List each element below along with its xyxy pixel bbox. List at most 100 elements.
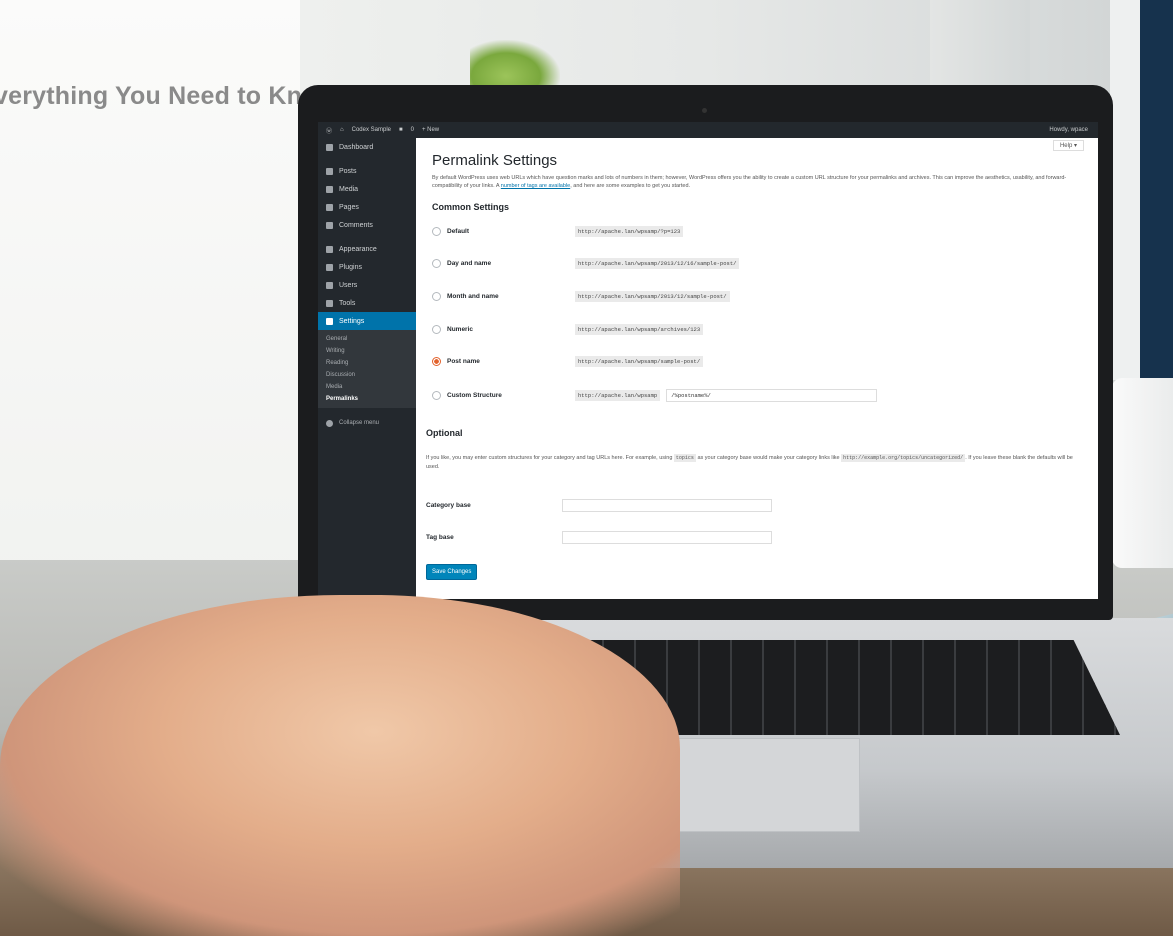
option-label: Month and name [447, 292, 499, 300]
collapse-label: Collapse menu [339, 420, 380, 426]
sidebar-item-plugins[interactable]: Plugins [318, 258, 416, 276]
sidebar-item-label: Appearance [339, 245, 377, 253]
pin-icon [326, 167, 333, 175]
sidebar-item-pages[interactable]: Pages [318, 198, 416, 216]
radio-default[interactable] [432, 226, 441, 236]
sidebar-item-label: Pages [339, 203, 359, 211]
sidebar-item-label: Comments [339, 221, 373, 229]
common-settings-heading: Common Settings [432, 202, 510, 212]
admin-bar-user[interactable]: Howdy, wpace [1049, 127, 1088, 133]
optional-text-b: as your category base would make your ca… [697, 455, 840, 461]
plug-icon [326, 263, 333, 271]
permalink-option-post-name[interactable]: Post name http://apache.lan/wpsamp/sampl… [432, 354, 704, 368]
submenu-discussion[interactable]: Discussion [318, 369, 416, 381]
intro-text: By default WordPress uses web URLs which… [432, 174, 1072, 190]
radio-post-name[interactable] [432, 356, 441, 366]
admin-bar-site[interactable]: Codex Sample [352, 127, 391, 133]
sidebar-item-settings[interactable]: Settings [318, 312, 416, 330]
laptop-lid: ⓦ ⌂ Codex Sample ■ 0 + New Howdy, wpace … [298, 85, 1113, 620]
option-example: http://apache.lan/wpsamp/archives/123 [575, 323, 704, 335]
comment-count: 0 [410, 127, 414, 133]
option-example: http://apache.lan/wpsamp [575, 389, 661, 401]
user-hand [0, 595, 680, 936]
sidebar-item-comments[interactable]: Comments [318, 216, 416, 234]
submenu-writing[interactable]: Writing [318, 345, 416, 357]
laptop-screen: ⓦ ⌂ Codex Sample ■ 0 + New Howdy, wpace … [318, 122, 1098, 599]
sidebar-item-label: Settings [339, 317, 365, 325]
submenu-permalinks[interactable]: Permalinks [318, 393, 416, 405]
sidebar-item-tools[interactable]: Tools [318, 294, 416, 312]
option-example: http://apache.lan/wpsamp/2013/12/16/samp… [575, 257, 740, 269]
optional-code-1: topics [673, 454, 696, 462]
intro-after: , and here are some examples to get you … [570, 183, 691, 189]
brush-icon [326, 245, 333, 253]
comment-bubble-icon [326, 221, 333, 229]
collapse-menu[interactable]: Collapse menu [318, 414, 416, 432]
main-content: Help ▾ Permalink Settings By default Wor… [416, 138, 1098, 599]
coffee-cup [1112, 378, 1173, 568]
sidebar-item-label: Media [339, 185, 359, 193]
option-label: Day and name [447, 259, 492, 267]
sidebar-item-label: Posts [339, 167, 357, 175]
page-icon [326, 203, 333, 211]
submenu-media[interactable]: Media [318, 381, 416, 393]
sidebar-item-dashboard[interactable]: Dashboard [318, 138, 416, 156]
option-label: Default [447, 227, 470, 235]
category-base-label: Category base [426, 501, 471, 509]
sidebar-item-label: Dashboard [339, 143, 374, 151]
sidebar-item-appearance[interactable]: Appearance [318, 240, 416, 258]
permalink-option-month-name[interactable]: Month and name http://apache.lan/wpsamp/… [432, 289, 730, 303]
page-heading: verything You Need to Know [0, 82, 338, 110]
admin-sidebar: Dashboard Posts Media Pages Comments App… [318, 138, 416, 599]
admin-bar-new[interactable]: + New [422, 127, 439, 133]
home-icon: ⌂ [340, 127, 344, 133]
camera-icon [702, 108, 707, 113]
optional-code-2: http://example.org/topics/uncategorized/ [841, 454, 966, 462]
settings-icon [326, 317, 333, 325]
option-example: http://apache.lan/wpsamp/?p=123 [575, 225, 684, 237]
custom-structure-input[interactable]: /%postname%/ [666, 388, 878, 402]
sidebar-item-media[interactable]: Media [318, 180, 416, 198]
option-label: Custom Structure [447, 391, 502, 399]
settings-submenu: General Writing Reading Discussion Media… [318, 330, 416, 408]
sidebar-item-users[interactable]: Users [318, 276, 416, 294]
category-base-input[interactable] [562, 498, 772, 512]
background-window-frame [1140, 0, 1173, 380]
wordpress-logo-icon[interactable]: ⓦ [326, 126, 332, 135]
tag-base-row: Tag base [426, 530, 772, 544]
submenu-general[interactable]: General [318, 333, 416, 345]
user-icon [326, 281, 333, 289]
collapse-icon [326, 419, 333, 427]
option-label: Numeric [447, 325, 474, 333]
sidebar-item-posts[interactable]: Posts [318, 162, 416, 180]
permalink-option-numeric[interactable]: Numeric http://apache.lan/wpsamp/archive… [432, 322, 704, 336]
wrench-icon [326, 299, 333, 307]
option-label: Post name [447, 357, 480, 365]
optional-text-a: If you like, you may enter custom struct… [426, 455, 673, 461]
optional-text: If you like, you may enter custom struct… [426, 454, 1076, 472]
tag-base-label: Tag base [426, 533, 454, 541]
radio-day-name[interactable] [432, 258, 441, 268]
radio-numeric[interactable] [432, 324, 441, 334]
permalink-option-day-name[interactable]: Day and name http://apache.lan/wpsamp/20… [432, 256, 740, 270]
tag-base-input[interactable] [562, 530, 772, 544]
permalink-option-custom[interactable]: Custom Structure http://apache.lan/wpsam… [432, 388, 878, 402]
sidebar-item-label: Plugins [339, 263, 362, 271]
save-changes-button[interactable]: Save Changes [426, 564, 478, 580]
sidebar-item-label: Users [339, 281, 358, 289]
radio-custom[interactable] [432, 390, 441, 400]
option-example: http://apache.lan/wpsamp/2013/12/sample-… [575, 290, 730, 302]
laptop-trackpad [650, 738, 860, 832]
tags-link[interactable]: number of tags are available [501, 183, 570, 189]
radio-month-name[interactable] [432, 291, 441, 301]
comment-icon[interactable]: ■ [399, 127, 403, 133]
option-example: http://apache.lan/wpsamp/sample-post/ [575, 355, 704, 367]
submenu-reading[interactable]: Reading [318, 357, 416, 369]
sidebar-item-label: Tools [339, 299, 356, 307]
page-title: Permalink Settings [432, 152, 558, 169]
help-tab[interactable]: Help ▾ [1052, 140, 1084, 151]
dashboard-icon [326, 143, 333, 151]
permalink-option-default[interactable]: Default http://apache.lan/wpsamp/?p=123 [432, 224, 684, 238]
category-base-row: Category base [426, 498, 772, 512]
media-icon [326, 185, 333, 193]
